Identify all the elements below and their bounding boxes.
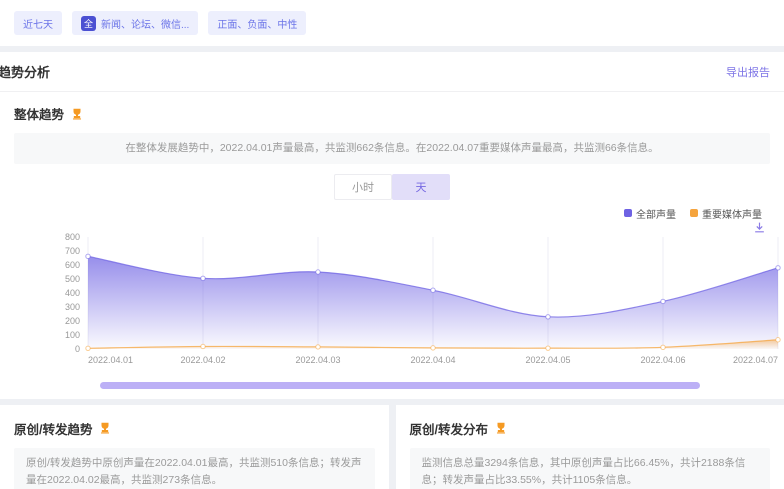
data-point (201, 276, 205, 280)
data-point (776, 265, 780, 269)
download-chart-icon[interactable] (753, 221, 766, 234)
filter-chip-daterange[interactable]: 近七天 (14, 11, 62, 35)
data-point (661, 345, 665, 349)
source-all-icon: 全 (81, 16, 96, 31)
x-axis-label: 2022.04.03 (295, 355, 340, 365)
data-point (316, 344, 320, 348)
y-axis-label: 400 (65, 288, 80, 298)
original-repost-trend-card: 原创/转发趋势 原创/转发趋势中原创声量在2022.04.01最高，共监测510… (0, 405, 389, 489)
data-point (546, 314, 550, 318)
toggle-hour-button[interactable]: 小时 (334, 174, 392, 200)
page-title: 趋势分析 (0, 62, 50, 81)
x-axis-label: 2022.04.04 (410, 355, 455, 365)
data-point (546, 346, 550, 350)
y-axis-label: 600 (65, 260, 80, 270)
original-repost-trend-title: 原创/转发趋势 (14, 419, 92, 438)
data-point (86, 254, 90, 258)
data-point (776, 337, 780, 341)
y-axis-label: 300 (65, 302, 80, 312)
granularity-toggle: 小时 天 (334, 174, 450, 200)
award-icon (494, 421, 508, 435)
chart-area: 2022.04.01 2022.04.02 2022.04.03 2022.04.04… (14, 223, 770, 370)
data-point (431, 288, 435, 292)
chart-legend: 全部声量重要媒体声量 (14, 206, 770, 221)
original-repost-trend-summary: 原创/转发趋势中原创声量在2022.04.01最高，共监测510条信息；转发声量… (14, 448, 375, 489)
y-axis-label: 0 (75, 344, 80, 354)
trend-analysis-card: 趋势分析 导出报告 整体趋势 在整体发展趋势中，2022.04.01声量最高，共… (0, 52, 784, 399)
overall-trend-title: 整体趋势 (14, 104, 64, 123)
x-axis-label: 2022.04.02 (180, 355, 225, 365)
original-repost-distribution-card: 原创/转发分布 监测信息总量3294条信息，其中原创声量占比66.45%，共计2… (396, 405, 784, 489)
x-axis-label: 2022.04.07 (733, 355, 778, 365)
y-axis-label: 500 (65, 274, 80, 284)
trend-chart: 2022.04.01 2022.04.02 2022.04.03 2022.04.04… (14, 223, 784, 365)
y-axis-label: 200 (65, 316, 80, 326)
filter-chip-sentiment[interactable]: 正面、负面、中性 (208, 11, 306, 35)
data-point (201, 344, 205, 348)
x-axis-label: 2022.04.05 (525, 355, 570, 365)
y-axis-label: 700 (65, 246, 80, 256)
x-axis-label: 2022.04.06 (640, 355, 685, 365)
legend-item[interactable]: 重要媒体声量 (690, 206, 762, 221)
section-header: 趋势分析 导出报告 (0, 52, 784, 92)
export-report-link[interactable]: 导出报告 (726, 64, 770, 80)
data-point (431, 345, 435, 349)
filter-chip-sources[interactable]: 全 新闻、论坛、微信... (72, 11, 198, 35)
x-axis-label: 2022.04.01 (88, 355, 133, 365)
data-point (316, 270, 320, 274)
award-icon (98, 421, 112, 435)
original-repost-distribution-title: 原创/转发分布 (410, 419, 488, 438)
toggle-day-button[interactable]: 天 (392, 174, 450, 200)
data-point (86, 346, 90, 350)
legend-item[interactable]: 全部声量 (624, 206, 676, 221)
filter-bar: 近七天 全 新闻、论坛、微信... 正面、负面、中性 (0, 0, 784, 46)
award-icon (70, 107, 84, 121)
data-point (661, 299, 665, 303)
filter-chip-sources-label: 新闻、论坛、微信... (101, 16, 189, 31)
datazoom-slider[interactable] (100, 382, 700, 389)
y-axis-label: 800 (65, 232, 80, 242)
overall-summary: 在整体发展趋势中，2022.04.01声量最高，共监测662条信息。在2022.… (14, 133, 770, 164)
original-repost-distribution-summary: 监测信息总量3294条信息，其中原创声量占比66.45%，共计2188条信息；转… (410, 448, 771, 489)
legend-swatch-icon (624, 209, 632, 217)
y-axis-label: 100 (65, 330, 80, 340)
legend-swatch-icon (690, 209, 698, 217)
